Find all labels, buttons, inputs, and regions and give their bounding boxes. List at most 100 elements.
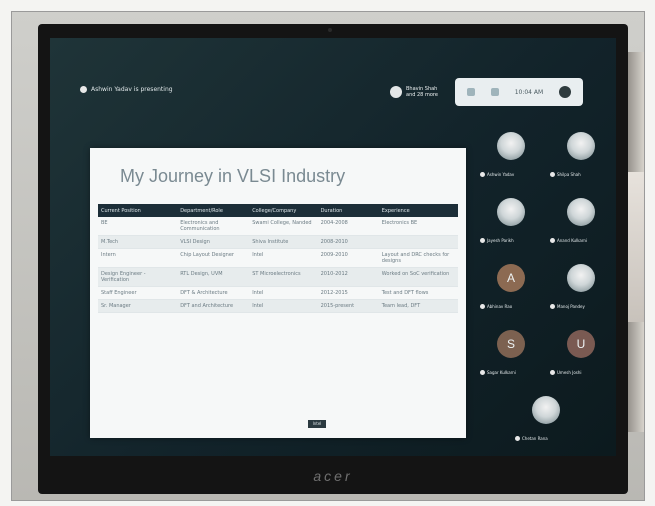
participant-name: Jayesh Parikh (487, 238, 514, 243)
meeting-screen: Ashwin Yadav is presenting Bhavin Shah a… (50, 38, 616, 456)
table-cell: Test and DFT flows (378, 286, 458, 300)
table-cell: Chip Layout Designer (177, 248, 250, 268)
table-header-row: Current Position Department/Role College… (98, 204, 458, 217)
presenter-icon (80, 86, 87, 93)
table-cell: 2015-present (317, 299, 379, 313)
table-cell: Sr. Manager (98, 299, 178, 313)
table-cell: 2008-2010 (317, 235, 379, 249)
table-cell: Team lead, DFT (378, 299, 458, 313)
table-row: Staff Engineer DFT & Architecture Intel … (98, 286, 458, 300)
participant-avatar: U (567, 330, 595, 358)
participant-tile[interactable]: Chetan Rana (513, 392, 579, 456)
presenting-indicator: Ashwin Yadav is presenting (80, 86, 173, 93)
table-cell: Shiva Institute (249, 235, 318, 249)
journey-table: Current Position Department/Role College… (98, 204, 458, 313)
presenting-text: Ashwin Yadav is presenting (91, 86, 173, 93)
host-label: Bhavin Shah and 28 more (406, 86, 438, 98)
table-cell: Swami College, Nanded (249, 217, 318, 236)
participant-avatar: S (497, 330, 525, 358)
participant-name: Shilpa Shah (557, 172, 581, 177)
table-cell: Design Engineer - Verification (98, 267, 178, 287)
column-header: Experience (378, 204, 458, 217)
table-cell: VLSI Design (177, 235, 250, 249)
host-more: and 28 more (406, 92, 438, 98)
participant-name: Abhinav Rao (487, 304, 513, 309)
participant-avatar (567, 132, 595, 160)
participant-tile[interactable]: S Sagar Kulkarni (478, 326, 544, 390)
phone-icon[interactable] (559, 86, 572, 98)
table-cell: 2004-2008 (317, 217, 379, 236)
participant-tile[interactable]: Anand Kulkarni (548, 194, 614, 258)
participant-name: Umesh Joshi (557, 370, 582, 375)
table-cell: 2009-2010 (317, 248, 379, 268)
participant-name: Anand Kulkarni (557, 238, 588, 243)
table-row: Intern Chip Layout Designer Intel 2009-2… (98, 248, 458, 268)
participant-tile[interactable]: A Abhinav Rao (478, 260, 544, 324)
table-cell: DFT and Architecture (177, 299, 250, 313)
column-header: Current Position (98, 204, 178, 217)
host-chip[interactable]: Bhavin Shah and 28 more (390, 86, 438, 98)
table-cell: M.Tech (98, 235, 178, 249)
table-cell: Layout and DRC checks for designs (378, 248, 458, 268)
mic-icon (550, 172, 555, 177)
participant-tile[interactable]: Jayesh Parikh (478, 194, 544, 258)
participants-icon[interactable] (466, 88, 475, 96)
participant-tile[interactable]: Ashwin Yadav (478, 128, 544, 192)
meeting-top-bar: Ashwin Yadav is presenting Bhavin Shah a… (50, 38, 616, 108)
participant-tile[interactable]: Manoj Pandey (548, 260, 614, 324)
slide-footer-tag: Intel (308, 420, 326, 428)
table-row: BE Electronics and Communication Swami C… (98, 217, 458, 236)
participant-avatar (532, 396, 560, 424)
mic-icon (550, 238, 555, 243)
photo-frame: Ashwin Yadav is presenting Bhavin Shah a… (11, 11, 645, 501)
participant-name: Manoj Pandey (557, 304, 585, 309)
table-cell: ST Microelectronics (249, 267, 318, 287)
participant-avatar (497, 132, 525, 160)
participant-avatar: A (497, 264, 525, 292)
participant-grid: Ashwin Yadav Shilpa Shah Jayesh Parikh A… (478, 128, 616, 456)
mic-icon (550, 370, 555, 375)
host-avatar (390, 86, 402, 98)
table-cell: DFT & Architecture (177, 286, 250, 300)
participant-avatar (497, 198, 525, 226)
table-cell: Electronics BE (378, 217, 458, 236)
table-cell: Intel (249, 299, 318, 313)
shared-slide: My Journey in VLSI Industry Current Posi… (90, 148, 466, 438)
chat-icon[interactable] (490, 88, 499, 96)
slide-title: My Journey in VLSI Industry (120, 166, 346, 186)
table-cell: RTL Design, UVM (177, 267, 250, 287)
table-cell: Intel (249, 248, 318, 268)
table-row: M.Tech VLSI Design Shiva Institute 2008-… (98, 235, 458, 249)
mic-icon (480, 304, 485, 309)
mic-icon (550, 304, 555, 309)
mic-icon (480, 370, 485, 375)
table-cell: Electronics and Communication (177, 217, 250, 236)
mic-icon (480, 172, 485, 177)
table-cell: Worked on SoC verification (378, 267, 458, 287)
table-cell: Intel (249, 286, 318, 300)
table-row: Design Engineer - Verification RTL Desig… (98, 267, 458, 287)
column-header: Duration (317, 204, 379, 217)
table-cell: Staff Engineer (98, 286, 178, 300)
table-cell: 2010-2012 (317, 267, 379, 287)
webcam-icon (328, 28, 332, 32)
participant-tile[interactable]: Shilpa Shah (548, 128, 614, 192)
table-cell: 2012-2015 (317, 286, 379, 300)
table-cell (378, 235, 458, 249)
table-row: Sr. Manager DFT and Architecture Intel 2… (98, 299, 458, 313)
table-cell: BE (98, 217, 178, 236)
table-cell: Intern (98, 248, 178, 268)
mic-icon (480, 238, 485, 243)
monitor-bezel: Ashwin Yadav is presenting Bhavin Shah a… (38, 24, 628, 494)
column-header: Department/Role (177, 204, 250, 217)
participant-avatar (567, 264, 595, 292)
monitor-brand-logo: acer (313, 468, 353, 484)
call-time: 10:04 AM (514, 88, 544, 96)
participant-name: Sagar Kulkarni (487, 370, 516, 375)
mic-icon (515, 436, 520, 441)
participant-tile[interactable]: U Umesh Joshi (548, 326, 614, 390)
participant-name: Ashwin Yadav (487, 172, 515, 177)
column-header: College/Company (249, 204, 318, 217)
call-controls: 10:04 AM (455, 78, 583, 106)
participant-avatar (567, 198, 595, 226)
